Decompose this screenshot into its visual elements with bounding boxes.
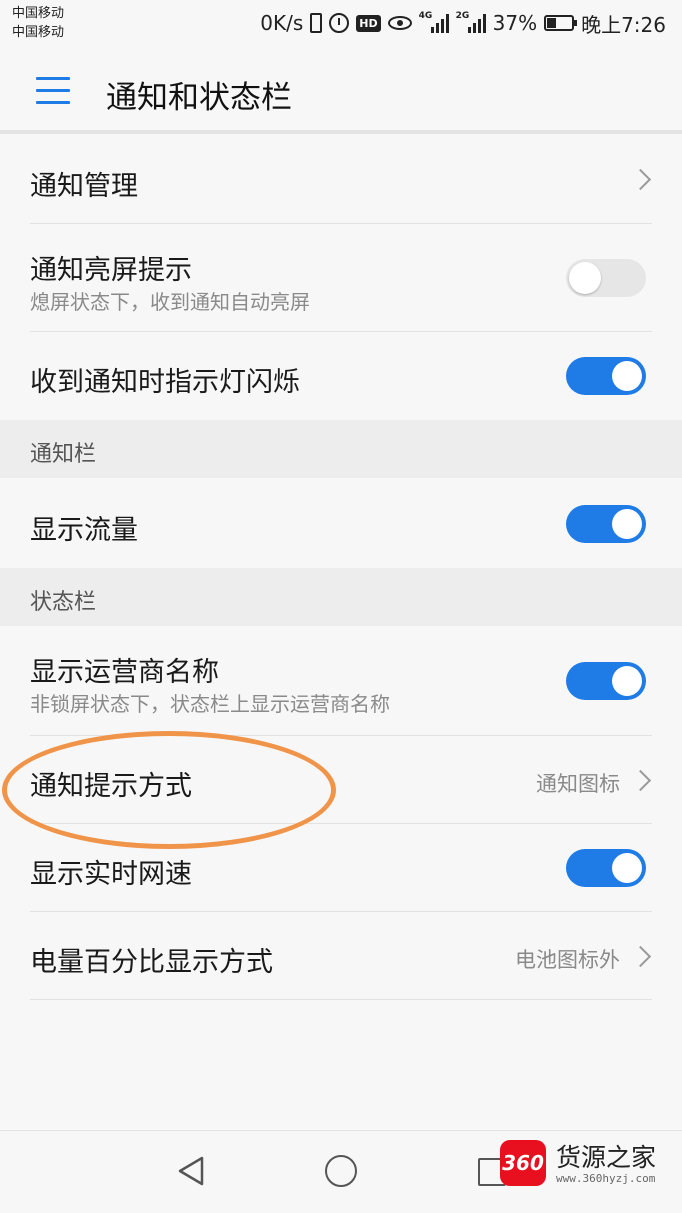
network-speed: 0K/s [260, 11, 304, 35]
carrier-name-toggle[interactable] [566, 662, 646, 700]
battery-icon [544, 15, 578, 31]
show-traffic-toggle[interactable] [566, 505, 646, 543]
signal-4g-label: 4G [418, 11, 433, 21]
carrier-names: 中国移动 中国移动 [12, 4, 64, 42]
watermark-url: www.360hyzj.com [556, 1172, 656, 1185]
row-notify-method[interactable]: 通知提示方式 通知图标 [0, 736, 682, 824]
section-status-bar: 状态栏 [0, 568, 682, 626]
home-icon[interactable] [325, 1155, 357, 1187]
row-title: 收到通知时指示灯闪烁 [30, 367, 300, 398]
realtime-speed-toggle[interactable] [566, 849, 646, 887]
signal-2g-icon: 2G [455, 11, 486, 33]
row-title: 通知亮屏提示 [30, 255, 192, 286]
chevron-right-icon [629, 168, 652, 191]
hamburger-menu-icon[interactable] [36, 77, 70, 105]
chevron-right-icon [629, 769, 652, 792]
clock: 晚上7:26 [581, 12, 666, 37]
watermark-badge: 360 [500, 1140, 546, 1186]
status-bar: 中国移动 中国移动 0K/s HD 4G 2G 37% 晚上7:26 [0, 0, 682, 50]
divider [30, 999, 652, 1000]
row-title: 电量百分比显示方式 [30, 947, 273, 978]
row-title: 通知管理 [30, 171, 138, 202]
watermark-name: 货源之家 [556, 1143, 657, 1172]
row-title: 显示流量 [30, 515, 138, 546]
carrier-1: 中国移动 [12, 6, 65, 21]
signal-4g-icon: 4G [418, 11, 449, 33]
signal-2g-label: 2G [455, 11, 470, 21]
indicator-light-toggle[interactable] [566, 357, 646, 395]
row-notification-management[interactable]: 通知管理 [0, 134, 682, 224]
section-notification-bar: 通知栏 [0, 420, 682, 478]
wake-screen-toggle[interactable] [566, 259, 646, 297]
eye-comfort-icon [387, 16, 412, 30]
row-subtitle: 熄屏状态下，收到通知自动亮屏 [30, 290, 310, 314]
row-title: 显示实时网速 [30, 859, 192, 890]
row-battery-percent[interactable]: 电量百分比显示方式 电池图标外 [0, 912, 682, 1000]
row-value: 通知图标 [536, 772, 620, 796]
alarm-icon [329, 13, 350, 33]
section-label: 通知栏 [30, 442, 97, 467]
status-icons: 0K/s HD 4G 2G 37% 晚上7:26 [260, 8, 666, 38]
row-realtime-speed[interactable]: 显示实时网速 [0, 824, 682, 912]
hd-icon: HD [356, 14, 381, 32]
app-bar: 通知和状态栏 [0, 50, 682, 134]
battery-percent: 37% [492, 11, 538, 35]
chevron-right-icon [629, 945, 652, 968]
section-label: 状态栏 [30, 590, 97, 615]
row-subtitle: 非锁屏状态下，状态栏上显示运营商名称 [30, 692, 390, 716]
row-title: 显示运营商名称 [30, 657, 219, 688]
row-carrier-name[interactable]: 显示运营商名称 非锁屏状态下，状态栏上显示运营商名称 [0, 626, 682, 736]
row-indicator-light[interactable]: 收到通知时指示灯闪烁 [0, 332, 682, 420]
row-value: 电池图标外 [515, 948, 620, 972]
watermark-logo: 360 货源之家 www.360hyzj.com [500, 1138, 680, 1190]
row-title: 通知提示方式 [30, 771, 192, 802]
page-title: 通知和状态栏 [106, 80, 292, 116]
back-icon[interactable] [176, 1155, 206, 1187]
row-wake-screen[interactable]: 通知亮屏提示 熄屏状态下，收到通知自动亮屏 [0, 224, 682, 332]
row-show-traffic[interactable]: 显示流量 [0, 478, 682, 568]
carrier-2: 中国移动 [12, 25, 65, 40]
vibrate-icon [310, 13, 323, 33]
